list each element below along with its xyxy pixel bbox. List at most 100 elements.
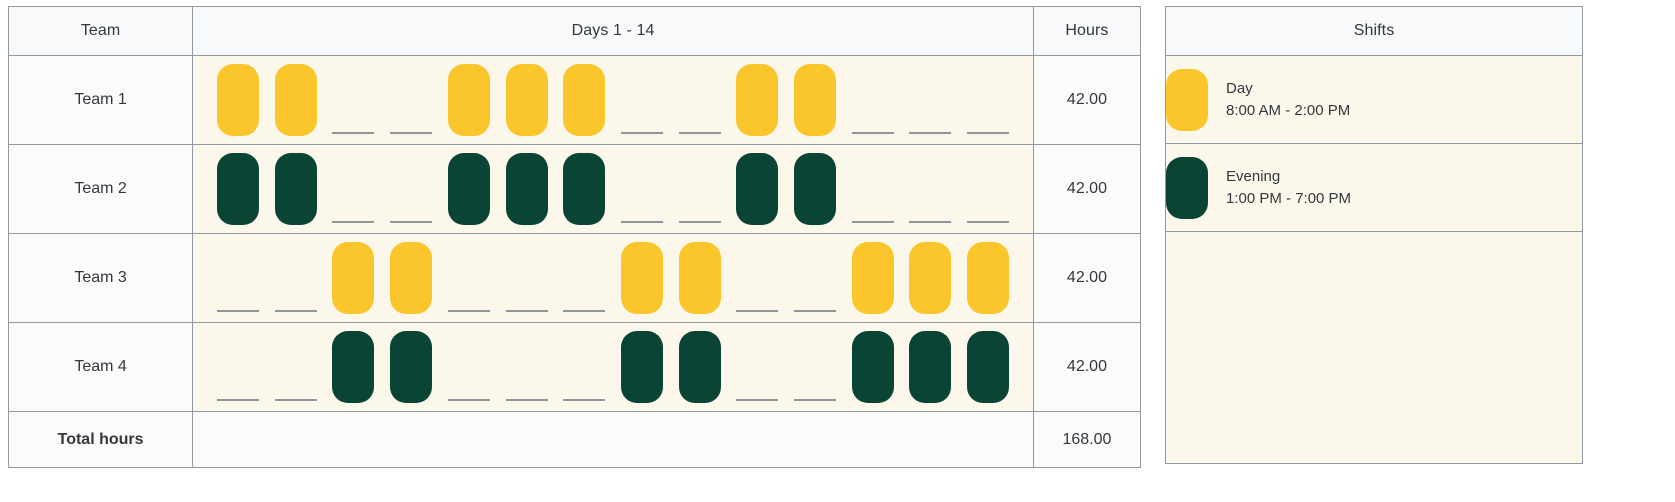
day-slot-14[interactable] [959,56,1017,136]
shift-legend-content: Day 8:00 AM - 2:00 PM [1166,68,1582,131]
shift-pill-evening [447,153,490,225]
day-slot-10[interactable] [728,145,786,225]
day-slot-1[interactable] [209,234,267,314]
day-slot-11[interactable] [786,145,844,225]
day-slot-3[interactable] [325,145,383,225]
day-slot-9[interactable] [671,56,729,136]
shift-pill-day [447,64,490,136]
day-slot-14[interactable] [959,145,1017,225]
empty-day-dash [620,132,663,134]
day-slot-2[interactable] [267,145,325,225]
day-slot-3[interactable] [325,56,383,136]
day-slot-8[interactable] [613,56,671,136]
day-slot-1[interactable] [209,56,267,136]
column-header-shifts: Shifts [1165,6,1583,56]
day-slot-3[interactable] [325,323,383,403]
total-hours-row: Total hours 168.00 [7,411,1142,468]
day-slot-7[interactable] [555,234,613,314]
day-slot-14[interactable] [959,323,1017,403]
shift-pill-evening [678,331,721,403]
shift-time-range: 8:00 AM - 2:00 PM [1226,102,1351,119]
day-slot-8[interactable] [613,323,671,403]
empty-day-dash [563,399,606,401]
day-slot-10[interactable] [728,234,786,314]
day-slot-9[interactable] [671,234,729,314]
shift-pill-evening [505,153,548,225]
day-slot-13[interactable] [902,323,960,403]
day-slot-13[interactable] [902,234,960,314]
day-slot-6[interactable] [498,234,556,314]
empty-day-dash [447,310,490,312]
day-slot-11[interactable] [786,323,844,403]
total-hours-spacer [192,411,1034,468]
table-row[interactable]: Team 4 42.00 [7,322,1142,412]
day-slot-9[interactable] [671,145,729,225]
day-slot-13[interactable] [902,56,960,136]
shift-pill-evening [736,153,779,225]
shift-color-swatch-evening [1166,156,1208,219]
days-timeline-cell [192,55,1034,145]
shift-pill-evening [274,153,317,225]
day-slot-11[interactable] [786,56,844,136]
empty-day-dash [274,310,317,312]
column-header-hours: Hours [1032,6,1142,56]
day-slot-12[interactable] [844,145,902,225]
shift-legend-cell: Evening 1:00 PM - 7:00 PM [1165,143,1583,232]
day-slot-12[interactable] [844,234,902,314]
shift-pill-day [620,242,663,314]
shift-legend-row[interactable]: Evening 1:00 PM - 7:00 PM [1165,143,1583,232]
empty-day-dash [851,221,894,223]
day-slot-2[interactable] [267,56,325,136]
shifts-legend-table: Shifts Day 8:00 AM - 2:00 PM Evening 1:00 P… [1165,6,1583,464]
day-slot-4[interactable] [382,145,440,225]
day-slot-7[interactable] [555,145,613,225]
day-slot-11[interactable] [786,234,844,314]
day-slot-6[interactable] [498,145,556,225]
day-slot-14[interactable] [959,234,1017,314]
empty-day-dash [736,399,779,401]
day-slot-3[interactable] [325,234,383,314]
table-row[interactable]: Team 2 42.00 [7,144,1142,234]
day-slot-2[interactable] [267,234,325,314]
day-slot-1[interactable] [209,323,267,403]
day-slot-12[interactable] [844,323,902,403]
roster-table-body: Team 1 42.00 Team 2 42.00 Team 3 42.00 Team 4 4… [7,55,1142,468]
empty-day-dash [620,221,663,223]
day-slot-8[interactable] [613,145,671,225]
day-slot-7[interactable] [555,323,613,403]
empty-day-dash [217,310,259,312]
day-slot-1[interactable] [209,145,267,225]
day-slot-7[interactable] [555,56,613,136]
empty-day-dash [967,132,1010,134]
day-slot-13[interactable] [902,145,960,225]
day-slot-9[interactable] [671,323,729,403]
schedule-view: Team Days 1 - 14 Hours Team 1 42.00 Team 2… [0,0,1675,502]
day-strip [193,56,1033,144]
day-slot-4[interactable] [382,234,440,314]
day-slot-10[interactable] [728,56,786,136]
day-slot-12[interactable] [844,56,902,136]
shift-pill-day [332,242,375,314]
day-slot-8[interactable] [613,234,671,314]
day-strip [193,234,1033,322]
day-slot-4[interactable] [382,323,440,403]
day-slot-5[interactable] [440,234,498,314]
empty-day-dash [851,132,894,134]
day-slot-5[interactable] [440,56,498,136]
day-slot-5[interactable] [440,145,498,225]
day-slot-10[interactable] [728,323,786,403]
table-row[interactable]: Team 1 42.00 [7,55,1142,145]
empty-day-dash [563,310,606,312]
team-hours-cell: 42.00 [1032,322,1142,412]
day-slot-6[interactable] [498,56,556,136]
shift-pill-day [736,64,779,136]
day-slot-5[interactable] [440,323,498,403]
team-hours-cell: 42.00 [1032,233,1142,323]
table-row[interactable]: Team 3 42.00 [7,233,1142,323]
day-slot-2[interactable] [267,323,325,403]
day-slot-6[interactable] [498,323,556,403]
shift-pill-evening [620,331,663,403]
shift-legend-row[interactable]: Day 8:00 AM - 2:00 PM [1165,55,1583,144]
days-timeline-cell [192,322,1034,412]
day-slot-4[interactable] [382,56,440,136]
